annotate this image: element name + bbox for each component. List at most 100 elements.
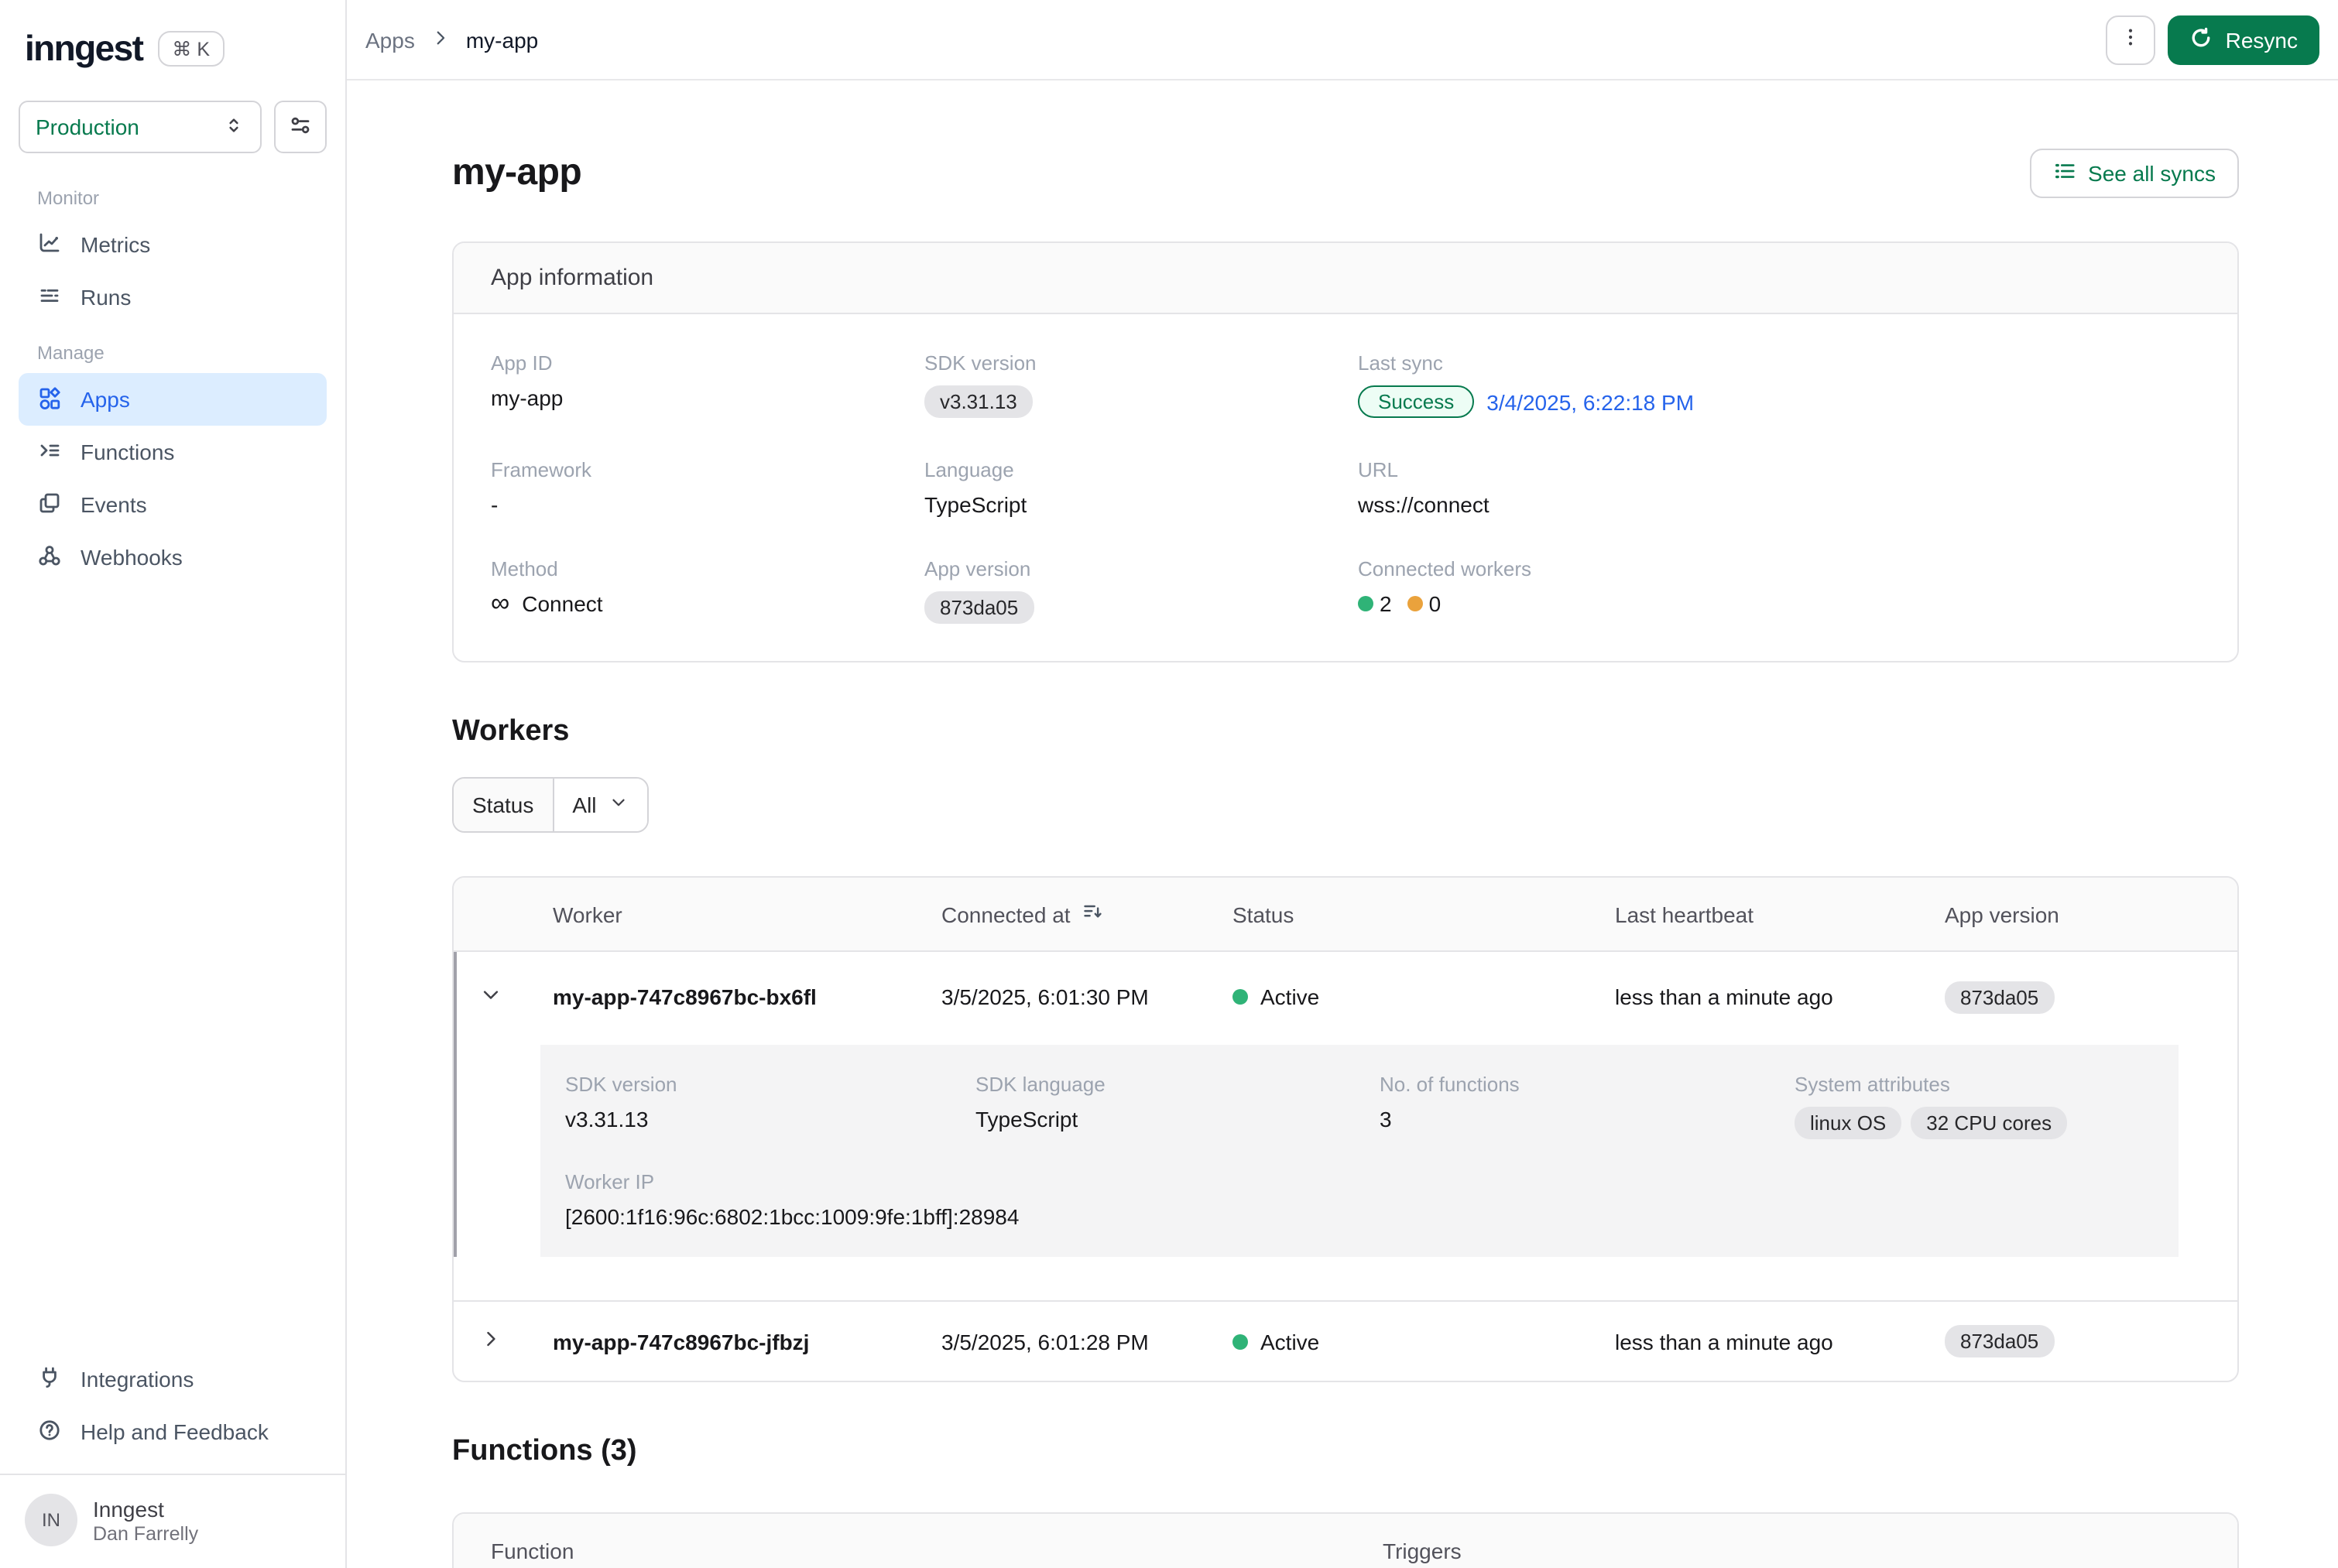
active-dot-icon [1232, 989, 1248, 1005]
list-icon [2052, 159, 2076, 187]
worker-heartbeat: less than a minute ago [1590, 984, 1920, 1009]
chevron-down-icon [609, 793, 629, 817]
status-filter[interactable]: Status All [452, 777, 650, 833]
field-app-version: App version 873da05 [924, 557, 1358, 624]
worker-row-group: my-app-747c8967bc-jfbzj 3/5/2025, 6:01:2… [454, 1300, 2237, 1381]
inactive-dot-icon [1407, 596, 1423, 611]
app-information-card: App information App ID my-app SDK versio… [452, 241, 2239, 662]
app-information-header: App information [454, 243, 2237, 314]
expand-row-button[interactable] [454, 1328, 528, 1354]
last-sync-time-link[interactable]: 3/4/2025, 6:22:18 PM [1486, 389, 1694, 414]
sidebar-item-label: Runs [81, 285, 131, 310]
field-app-id: App ID my-app [491, 351, 924, 418]
workers-table-header: Worker Connected at Status Last heartbea… [454, 878, 2237, 952]
webhook-icon [37, 543, 62, 572]
chevron-right-icon [430, 27, 451, 52]
functions-title: Functions (3) [452, 1435, 2239, 1469]
see-all-syncs-button[interactable]: See all syncs [2029, 149, 2239, 198]
sidebar-item-label: Webhooks [81, 545, 183, 570]
detail-value: v3.31.13 [565, 1107, 975, 1131]
worker-row-group: my-app-747c8967bc-bx6fl 3/5/2025, 6:01:3… [454, 952, 2237, 1257]
column-triggers: Triggers [1346, 1538, 2237, 1563]
inactive-workers-count: 0 [1407, 591, 1442, 616]
topbar-actions: Resync [2107, 15, 2319, 64]
worker-row[interactable]: my-app-747c8967bc-jfbzj 3/5/2025, 6:01:2… [454, 1302, 2237, 1381]
chevron-down-icon [480, 984, 502, 1010]
overlapping-squares-icon [37, 490, 62, 519]
detail-no-of-functions: No. of functions 3 [1380, 1073, 1795, 1139]
chevron-up-down-icon [223, 114, 245, 140]
column-function: Function [454, 1538, 1346, 1563]
field-url: URL wss://connect [1358, 458, 2200, 517]
sidebar-item-label: Metrics [81, 232, 150, 257]
workers-title: Workers [452, 715, 2239, 749]
worker-status: Active [1208, 1329, 1590, 1354]
sidebar-item-functions[interactable]: Functions [19, 426, 327, 478]
sidebar-item-apps[interactable]: Apps [19, 373, 327, 426]
page-content: my-app See all syncs App information App… [347, 80, 2338, 1568]
command-k-shortcut[interactable]: ⌘ K [158, 31, 224, 67]
user-profile[interactable]: IN Inngest Dan Farrelly [0, 1474, 345, 1568]
detail-value: [2600:1f16:96c:6802:1bcc:1009:9fe:1bff]:… [565, 1204, 2154, 1229]
title-row: my-app See all syncs [452, 149, 2239, 198]
field-label: Last sync [1358, 351, 2200, 375]
chevron-right-icon [480, 1328, 502, 1354]
column-status: Status [1208, 902, 1590, 926]
sidebar-item-webhooks[interactable]: Webhooks [19, 531, 327, 584]
field-label: App version [924, 557, 1358, 580]
worker-connected-at: 3/5/2025, 6:01:30 PM [917, 984, 1208, 1009]
field-label: URL [1358, 458, 2200, 481]
column-last-heartbeat: Last heartbeat [1590, 902, 1920, 926]
field-label: Framework [491, 458, 924, 481]
sidebar-item-runs[interactable]: Runs [19, 271, 327, 324]
logo-row: inngest ⌘ K [19, 19, 327, 73]
more-actions-button[interactable] [2107, 15, 2156, 64]
field-language: Language TypeScript [924, 458, 1358, 517]
sidebar-item-label: Functions [81, 440, 174, 464]
resync-button[interactable]: Resync [2168, 15, 2319, 64]
user-name: Dan Farrelly [93, 1522, 198, 1544]
sidebar-item-help[interactable]: Help and Feedback [19, 1405, 327, 1458]
topbar: Apps my-app Resync [347, 0, 2338, 80]
list-lines-icon [37, 282, 62, 312]
sidebar-item-label: Events [81, 492, 147, 517]
column-worker: Worker [528, 902, 917, 926]
sidebar: inngest ⌘ K Production Monitor [0, 0, 347, 1568]
breadcrumb-apps[interactable]: Apps [365, 27, 415, 52]
sidebar-item-metrics[interactable]: Metrics [19, 218, 327, 271]
app-root: inngest ⌘ K Production Monitor [0, 0, 2338, 1568]
environment-selector[interactable]: Production [19, 101, 262, 153]
worker-version: 873da05 [1920, 1325, 2237, 1357]
environment-settings-button[interactable] [274, 101, 327, 153]
active-workers-count: 2 [1358, 591, 1392, 616]
worker-details-panel: SDK version v3.31.13 SDK language TypeSc… [540, 1045, 2179, 1257]
field-value: TypeScript [924, 492, 1358, 517]
field-sdk-version: SDK version v3.31.13 [924, 351, 1358, 418]
status-filter-value[interactable]: All [554, 779, 647, 831]
detail-sdk-version: SDK version v3.31.13 [565, 1073, 975, 1139]
detail-worker-ip: Worker IP [2600:1f16:96c:6802:1bcc:1009:… [565, 1170, 2154, 1229]
environment-row: Production [19, 101, 327, 153]
apps-grid-icon [37, 385, 62, 414]
active-dot-icon [1232, 1333, 1248, 1349]
worker-row[interactable]: my-app-747c8967bc-bx6fl 3/5/2025, 6:01:3… [454, 952, 2237, 1042]
field-value: - [491, 492, 924, 517]
column-app-version: App version [1920, 902, 2237, 926]
column-connected-at[interactable]: Connected at [917, 901, 1208, 927]
resync-label: Resync [2226, 27, 2298, 52]
field-label: Connected workers [1358, 557, 2200, 580]
workers-table: Worker Connected at Status Last heartbea… [452, 876, 2239, 1382]
field-value: wss://connect [1358, 492, 2200, 517]
worker-heartbeat: less than a minute ago [1590, 1329, 1920, 1354]
field-value: my-app [491, 385, 924, 410]
infinity-icon: ∞ [491, 593, 509, 615]
worker-name: my-app-747c8967bc-jfbzj [528, 1329, 917, 1354]
plug-icon [37, 1364, 62, 1394]
detail-label: No. of functions [1380, 1073, 1795, 1096]
worker-status: Active [1208, 984, 1590, 1009]
collapse-row-button[interactable] [454, 984, 528, 1010]
sidebar-item-events[interactable]: Events [19, 478, 327, 531]
sliders-icon [288, 112, 313, 142]
sidebar-item-integrations[interactable]: Integrations [19, 1353, 327, 1405]
field-label: Method [491, 557, 924, 580]
